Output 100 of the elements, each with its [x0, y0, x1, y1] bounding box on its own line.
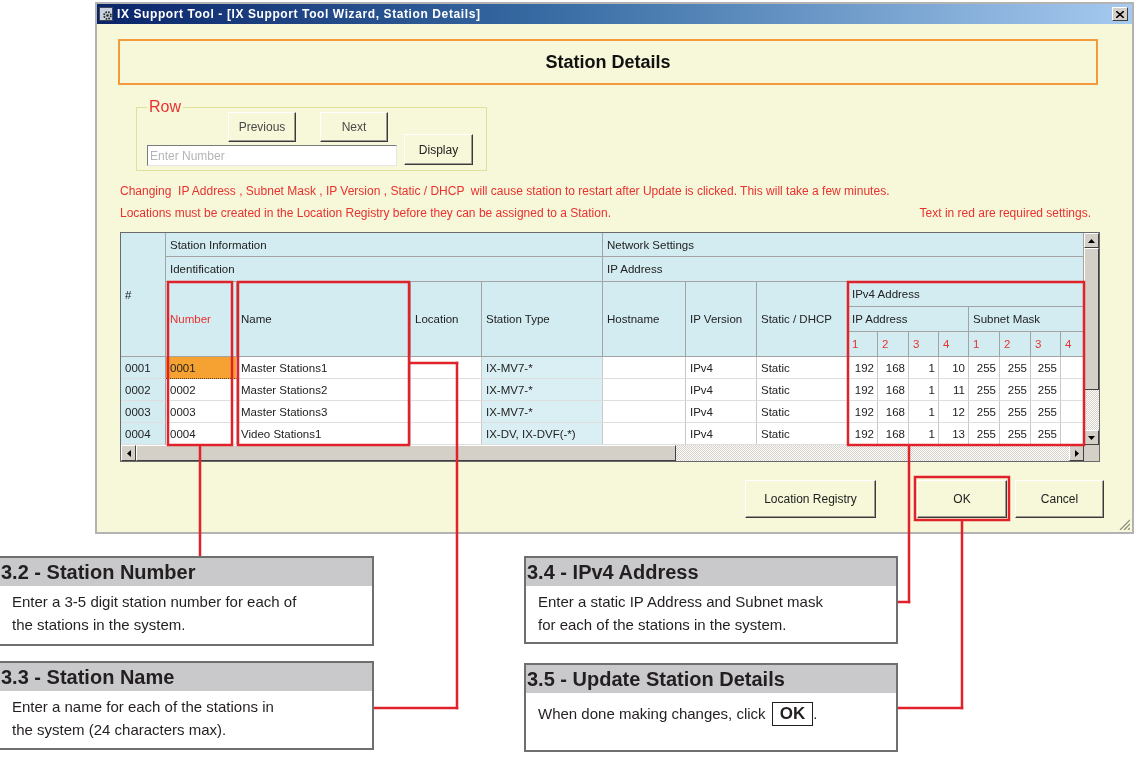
column-header: #: [121, 233, 166, 357]
column-header: Number: [166, 282, 237, 357]
table-cell[interactable]: 10: [939, 357, 969, 379]
table-cell[interactable]: 1: [909, 379, 939, 401]
window-title: IX Support Tool - [IX Support Tool Wizard, Station Details]: [117, 7, 481, 21]
table-cell[interactable]: 255: [969, 379, 1000, 401]
table-cell[interactable]: [603, 423, 686, 445]
table-cell[interactable]: Master Stations2: [237, 379, 411, 401]
column-header: 3: [1031, 332, 1061, 357]
table-cell[interactable]: 0003: [166, 401, 237, 423]
triangle-up-icon: [1088, 238, 1095, 243]
table-cell[interactable]: [411, 357, 482, 379]
gear-icon: [99, 7, 113, 21]
vertical-scrollbar[interactable]: [1084, 233, 1099, 445]
column-header: 3: [909, 332, 939, 357]
notice-text: Changing IP Address , Subnet Mask , IP Version , Static / DHCP will cause station to restart after Update is clicked. This will take a few minutes.: [120, 184, 890, 198]
notice-text: Locations must be created in the Location Registry before they can be assigned to a Station.: [120, 206, 611, 220]
scrollbar-thumb[interactable]: [1084, 248, 1099, 390]
callout-title: 3.2 - Station Number: [0, 558, 372, 586]
resize-grip-icon[interactable]: [1119, 519, 1130, 530]
callout-text: Enter a 3-5 digit station number for each of the stations in the system.: [11, 592, 298, 635]
scroll-left-button[interactable]: [121, 445, 136, 461]
table-cell[interactable]: [411, 379, 482, 401]
display-button[interactable]: Display: [404, 134, 473, 165]
horizontal-scrollbar[interactable]: [121, 445, 1084, 461]
column-header: 4: [939, 332, 969, 357]
table-cell: IX-DV, IX-DVF(-*): [482, 423, 603, 445]
table-cell[interactable]: 192: [848, 401, 878, 423]
previous-button[interactable]: Previous: [228, 112, 296, 142]
table-cell[interactable]: 255: [1031, 357, 1061, 379]
callout-title: 3.4 - IPv4 Address: [526, 558, 896, 586]
cancel-button[interactable]: Cancel: [1015, 480, 1104, 518]
table-cell[interactable]: 11: [939, 379, 969, 401]
table-cell[interactable]: [411, 423, 482, 445]
table-cell[interactable]: 192: [848, 357, 878, 379]
table-cell[interactable]: 255: [969, 401, 1000, 423]
callout-title: 3.3 - Station Name: [0, 663, 372, 691]
table-cell[interactable]: 1: [909, 357, 939, 379]
scrollbar-thumb[interactable]: [136, 445, 676, 461]
table-cell[interactable]: [411, 401, 482, 423]
triangle-right-icon: [1074, 449, 1079, 457]
column-group-header: IPv4 Address: [848, 282, 1084, 307]
table-cell[interactable]: 192: [848, 379, 878, 401]
table-cell[interactable]: 255: [1000, 401, 1031, 423]
callout-title: 3.5 - Update Station Details: [526, 665, 896, 693]
table-cell[interactable]: IPv4: [686, 401, 757, 423]
column-group-header: Network Settings: [603, 233, 1084, 257]
triangle-left-icon: [126, 449, 131, 457]
column-header: Station Type: [482, 282, 603, 357]
table-cell: IX-MV7-*: [482, 357, 603, 379]
column-header: 4: [1061, 332, 1084, 357]
table-cell[interactable]: [603, 401, 686, 423]
table-cell[interactable]: 255: [969, 357, 1000, 379]
table-cell[interactable]: [603, 379, 686, 401]
table-cell[interactable]: Master Stations1: [237, 357, 411, 379]
table-cell[interactable]: 0001: [166, 357, 237, 379]
table-cell[interactable]: 255: [1000, 357, 1031, 379]
column-header: 1: [969, 332, 1000, 357]
column-header: Hostname: [603, 282, 686, 357]
table-cell[interactable]: 168: [878, 401, 909, 423]
location-registry-button[interactable]: Location Registry: [745, 480, 876, 518]
column-group-header: Station Information: [166, 233, 603, 257]
callout-text: When done making changes, click OK.: [526, 693, 896, 727]
table-cell[interactable]: 12: [939, 401, 969, 423]
column-header: 1: [848, 332, 878, 357]
close-button[interactable]: [1112, 7, 1128, 21]
row-header: 0003: [121, 401, 166, 423]
scroll-up-button[interactable]: [1084, 233, 1099, 248]
table-cell[interactable]: 255: [1031, 401, 1061, 423]
table-cell[interactable]: IPv4: [686, 423, 757, 445]
column-header: Location: [411, 282, 482, 357]
table-cell[interactable]: 255: [1031, 379, 1061, 401]
table-cell[interactable]: 0004: [166, 423, 237, 445]
table-cell[interactable]: IPv4: [686, 357, 757, 379]
scrollbar-corner: [1084, 445, 1099, 461]
column-header: Name: [237, 282, 411, 357]
triangle-down-icon: [1088, 435, 1095, 440]
number-input[interactable]: Enter Number: [147, 145, 397, 166]
table-cell[interactable]: 0002: [166, 379, 237, 401]
table-cell[interactable]: [603, 357, 686, 379]
column-header: 2: [1000, 332, 1031, 357]
column-group-header: IP Address: [848, 307, 969, 332]
ok-button[interactable]: OK: [917, 480, 1007, 518]
column-header: Static / DHCP: [757, 282, 848, 357]
column-group-header: Subnet Mask: [969, 307, 1084, 332]
table-cell[interactable]: 168: [878, 379, 909, 401]
callout-text: Enter a static IP Address and Subnet mask for each of the stations in the system.: [537, 592, 824, 635]
table-cell[interactable]: 168: [878, 357, 909, 379]
next-button[interactable]: Next: [320, 112, 388, 142]
table-cell[interactable]: IPv4: [686, 379, 757, 401]
table-cell[interactable]: 255: [1000, 379, 1031, 401]
table-cell: IX-MV7-*: [482, 379, 603, 401]
table-cell[interactable]: Master Stations3: [237, 401, 411, 423]
page-heading: Station Details: [118, 39, 1098, 85]
column-header: IP Version: [686, 282, 757, 357]
row-header: 0001: [121, 357, 166, 379]
close-icon: [1116, 10, 1124, 18]
table-cell: IX-MV7-*: [482, 401, 603, 423]
column-group-header: Identification: [166, 257, 603, 282]
table-cell[interactable]: 1: [909, 401, 939, 423]
